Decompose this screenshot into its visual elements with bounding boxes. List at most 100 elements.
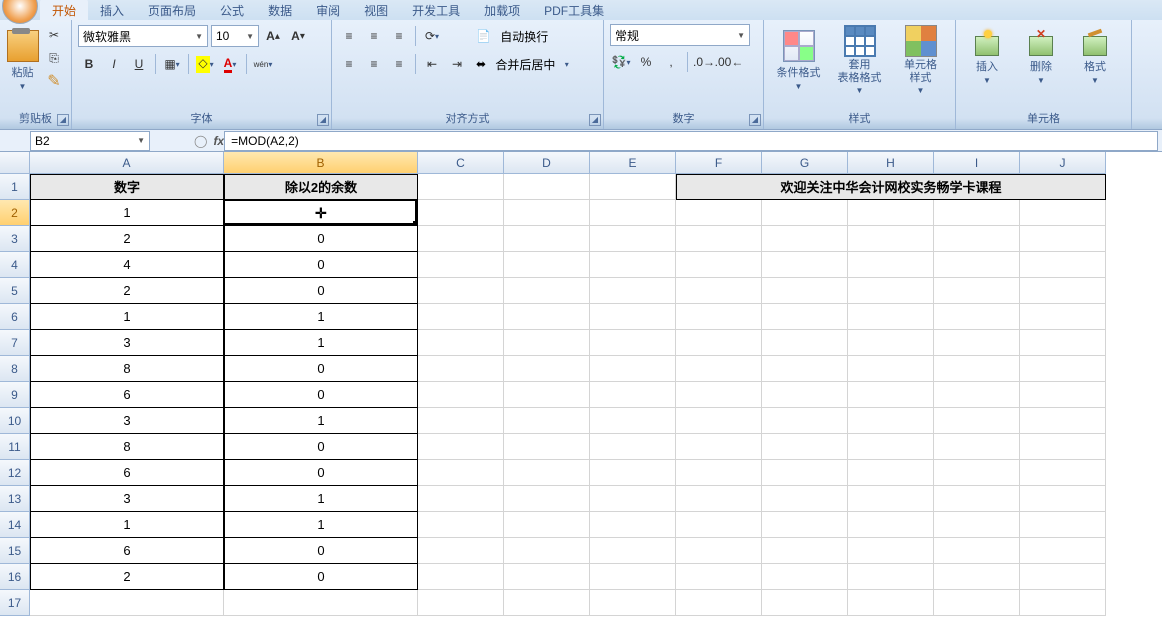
cell-A17[interactable] — [30, 590, 224, 616]
tab-dev[interactable]: 开发工具 — [400, 0, 472, 22]
row-header-8[interactable]: 8 — [0, 356, 30, 382]
format-as-table-button[interactable]: 套用 表格格式▼ — [831, 24, 888, 96]
cell-F6[interactable] — [676, 304, 762, 330]
cell-B7[interactable]: 1 — [224, 330, 418, 356]
cell-I13[interactable] — [934, 486, 1020, 512]
col-header-D[interactable]: D — [504, 152, 590, 174]
cell-E1[interactable] — [590, 174, 676, 200]
cell-I5[interactable] — [934, 278, 1020, 304]
cell-F17[interactable] — [676, 590, 762, 616]
row-header-1[interactable]: 1 — [0, 174, 30, 200]
delete-cells-button[interactable]: 删除▼ — [1016, 24, 1066, 96]
cell-H13[interactable] — [848, 486, 934, 512]
copy-button[interactable]: ⎘ — [43, 47, 65, 69]
cell-C16[interactable] — [418, 564, 504, 590]
align-right-button[interactable]: ≡ — [388, 53, 410, 75]
cell-I2[interactable] — [934, 200, 1020, 226]
cell-H6[interactable] — [848, 304, 934, 330]
cell-D4[interactable] — [504, 252, 590, 278]
grow-font-button[interactable]: A▴ — [262, 25, 284, 47]
col-header-B[interactable]: B — [224, 152, 418, 174]
cell-D7[interactable] — [504, 330, 590, 356]
cell-H12[interactable] — [848, 460, 934, 486]
cell-J11[interactable] — [1020, 434, 1106, 460]
cell-A6[interactable]: 1 — [30, 304, 224, 330]
cell-I11[interactable] — [934, 434, 1020, 460]
cell-E5[interactable] — [590, 278, 676, 304]
cell-G4[interactable] — [762, 252, 848, 278]
cell-J15[interactable] — [1020, 538, 1106, 564]
cell-J13[interactable] — [1020, 486, 1106, 512]
cell-J12[interactable] — [1020, 460, 1106, 486]
cell-A5[interactable]: 2 — [30, 278, 224, 304]
tab-view[interactable]: 视图 — [352, 0, 400, 22]
cell-E11[interactable] — [590, 434, 676, 460]
cell-J9[interactable] — [1020, 382, 1106, 408]
cell-J8[interactable] — [1020, 356, 1106, 382]
cell-G11[interactable] — [762, 434, 848, 460]
cell-A15[interactable]: 6 — [30, 538, 224, 564]
cell-I16[interactable] — [934, 564, 1020, 590]
cell-G8[interactable] — [762, 356, 848, 382]
increase-decimal-button[interactable]: .0→ — [693, 51, 715, 73]
col-header-G[interactable]: G — [762, 152, 848, 174]
cell-H11[interactable] — [848, 434, 934, 460]
tab-data[interactable]: 数据 — [256, 0, 304, 22]
fx-icon[interactable]: fx — [213, 134, 224, 148]
cell-G2[interactable] — [762, 200, 848, 226]
cell-H10[interactable] — [848, 408, 934, 434]
align-middle-button[interactable]: ≡ — [363, 25, 385, 47]
cell-H3[interactable] — [848, 226, 934, 252]
cell-D14[interactable] — [504, 512, 590, 538]
cell-C13[interactable] — [418, 486, 504, 512]
cell-I15[interactable] — [934, 538, 1020, 564]
cell-I12[interactable] — [934, 460, 1020, 486]
row-header-14[interactable]: 14 — [0, 512, 30, 538]
insert-cells-button[interactable]: 插入▼ — [962, 24, 1012, 96]
align-center-button[interactable]: ≡ — [363, 53, 385, 75]
cell-I14[interactable] — [934, 512, 1020, 538]
cell-H16[interactable] — [848, 564, 934, 590]
cell-C11[interactable] — [418, 434, 504, 460]
spreadsheet-grid[interactable]: ABCDEFGHIJ 1234567891011121314151617 数字除… — [0, 152, 1162, 625]
cell-E4[interactable] — [590, 252, 676, 278]
number-format-combo[interactable]: 常规▼ — [610, 24, 750, 46]
merge-center-button[interactable]: ⬌ 合并后居中 ▾ — [476, 52, 569, 76]
select-all-corner[interactable] — [0, 152, 30, 174]
cell-G13[interactable] — [762, 486, 848, 512]
cell-D5[interactable] — [504, 278, 590, 304]
orientation-button[interactable]: ⟳▾ — [421, 25, 443, 47]
cell-C3[interactable] — [418, 226, 504, 252]
cell-E3[interactable] — [590, 226, 676, 252]
cell-F16[interactable] — [676, 564, 762, 590]
paste-button[interactable]: 粘贴 ▼ — [6, 24, 39, 96]
decrease-decimal-button[interactable]: .00← — [718, 51, 740, 73]
cell-C4[interactable] — [418, 252, 504, 278]
cell-I4[interactable] — [934, 252, 1020, 278]
cell-B10[interactable]: 1 — [224, 408, 418, 434]
cell-E9[interactable] — [590, 382, 676, 408]
cell-J5[interactable] — [1020, 278, 1106, 304]
tab-addins[interactable]: 加载项 — [472, 0, 532, 22]
cell-E6[interactable] — [590, 304, 676, 330]
cell-J6[interactable] — [1020, 304, 1106, 330]
cell-I9[interactable] — [934, 382, 1020, 408]
cell-G6[interactable] — [762, 304, 848, 330]
cell-C6[interactable] — [418, 304, 504, 330]
cell-G9[interactable] — [762, 382, 848, 408]
cell-C2[interactable] — [418, 200, 504, 226]
cell-H17[interactable] — [848, 590, 934, 616]
font-name-combo[interactable]: 微软雅黑▼ — [78, 25, 208, 47]
name-box[interactable]: B2▼ — [30, 131, 150, 151]
cell-F9[interactable] — [676, 382, 762, 408]
cell-J2[interactable] — [1020, 200, 1106, 226]
col-header-E[interactable]: E — [590, 152, 676, 174]
cell-F7[interactable] — [676, 330, 762, 356]
cell-G3[interactable] — [762, 226, 848, 252]
row-header-9[interactable]: 9 — [0, 382, 30, 408]
cell-B3[interactable]: 0 — [224, 226, 418, 252]
cell-A2[interactable]: 1 — [30, 200, 224, 226]
wrap-text-button[interactable]: 📄 自动换行 — [476, 24, 569, 48]
cell-F4[interactable] — [676, 252, 762, 278]
cell-E17[interactable] — [590, 590, 676, 616]
